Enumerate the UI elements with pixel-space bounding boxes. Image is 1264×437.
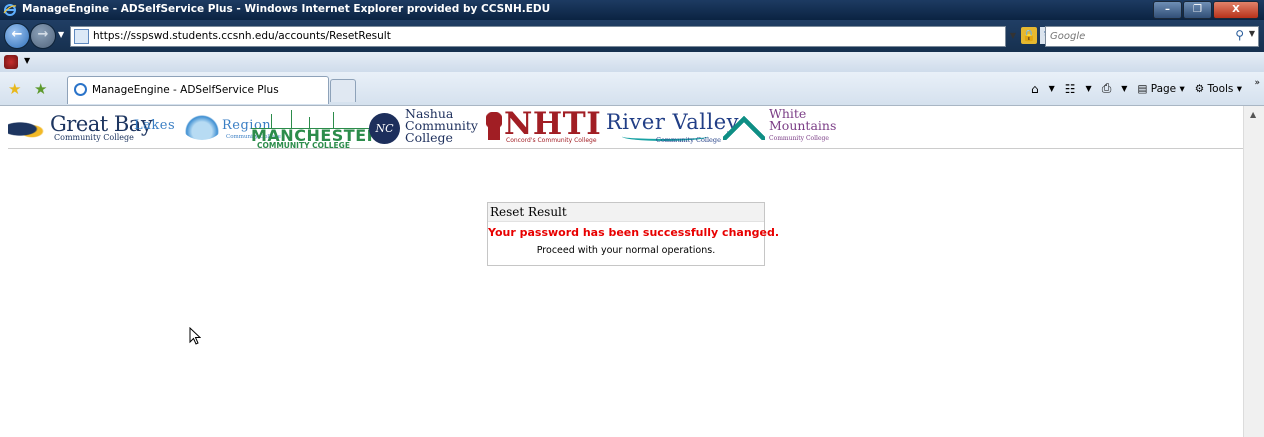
command-bar: ⌂ ▼ ☷ ▼ ⎙ ▼ ▤ Page ▾ ⚙ Tools ▾ (1031, 81, 1242, 96)
address-dropdown-icon[interactable]: ▼ (1008, 27, 1018, 44)
search-box[interactable]: ⚲ ▼ (1045, 26, 1259, 47)
close-button[interactable]: X (1213, 1, 1259, 19)
tools-menu-label: Tools (1207, 82, 1234, 95)
page-icon (74, 29, 89, 44)
favorites-star-icon[interactable]: ★ (8, 80, 21, 98)
nashua-seal-icon: NC (369, 113, 400, 144)
mountains-icon (723, 114, 765, 140)
vertical-scrollbar[interactable]: ▲ (1243, 106, 1264, 437)
add-favorites-icon[interactable]: ★ (34, 80, 47, 98)
nhti-logo[interactable]: NHTI Concord's Community College (486, 106, 608, 146)
nashua-name: Nashua Community College (405, 107, 478, 145)
page-content: Great Bay Community College Lakes Region… (0, 106, 1243, 437)
river-valley-logo[interactable]: River Valley Community College (606, 108, 739, 146)
address-bar[interactable]: https://sspswd.students.ccsnh.edu/accoun… (70, 26, 1006, 47)
reset-result-header: Reset Result (488, 203, 764, 222)
print-icon[interactable]: ⎙ (1102, 81, 1112, 96)
white-mountains-line2: Mountains (769, 118, 837, 133)
window-title: ManageEngine - ADSelfService Plus - Wind… (22, 3, 551, 15)
scroll-up-icon[interactable]: ▲ (1250, 110, 1256, 119)
lakes-region-logo[interactable]: Lakes Region Community College (134, 108, 281, 146)
river-valley-sub: Community College (656, 136, 721, 144)
manchester-logo[interactable]: MANCHESTER COMMUNITY COLLEGE (251, 108, 379, 150)
lock-icon[interactable]: 🔒 (1021, 27, 1037, 44)
home-icon[interactable]: ⌂ (1031, 82, 1039, 96)
feeds-dropdown-icon[interactable]: ▼ (1086, 84, 1092, 93)
window-title-bar: ManageEngine - ADSelfService Plus - Wind… (0, 0, 1264, 20)
tab-label: ManageEngine - ADSelfService Plus (92, 84, 279, 96)
river-valley-name: River Valley (606, 110, 740, 134)
nhti-building-icon (486, 112, 502, 140)
great-bay-bird-icon (8, 118, 48, 140)
search-input[interactable] (1050, 29, 1220, 43)
forward-button[interactable]: → (30, 23, 56, 49)
nashua-logo[interactable]: NC Nashua Community College (369, 107, 489, 146)
feeds-icon[interactable]: ☷ (1065, 82, 1076, 96)
college-banner: Great Bay Community College Lakes Region… (8, 106, 1243, 150)
page-menu-label: Page (1150, 82, 1177, 95)
manchester-sub: COMMUNITY COLLEGE (257, 141, 350, 150)
tools-menu[interactable]: ⚙ Tools ▾ (1195, 83, 1242, 95)
great-bay-sub: Community College (54, 133, 134, 142)
history-dropdown-icon[interactable]: ▼ (58, 30, 64, 39)
home-dropdown-icon[interactable]: ▼ (1049, 84, 1055, 93)
search-dropdown-icon[interactable]: ▼ (1249, 29, 1255, 38)
addon-dropdown-icon[interactable]: ▼ (24, 56, 30, 65)
addon-icon[interactable] (4, 55, 18, 69)
new-tab-button[interactable] (330, 79, 356, 102)
nashua-line3: College (405, 130, 453, 145)
lakes-region-name-a: Lakes (134, 118, 176, 133)
white-mountains-name: White Mountains (769, 107, 837, 133)
window-controls: – ❐ X (1152, 1, 1259, 19)
lakes-wave-icon (182, 112, 222, 140)
toolbar-row: ▼ (0, 52, 1264, 72)
success-message: Your password has been successfully chan… (488, 226, 780, 239)
white-mountains-sub: Community College (769, 135, 829, 142)
page-icon-small: ▤ (1137, 82, 1148, 95)
maximize-button[interactable]: ❐ (1183, 1, 1212, 19)
minimize-button[interactable]: – (1153, 1, 1182, 19)
reset-result-title: Reset Result (490, 205, 567, 219)
reset-result-panel: Reset Result Your password has been succ… (487, 202, 780, 266)
print-dropdown-icon[interactable]: ▼ (1121, 84, 1127, 93)
white-mountains-logo[interactable]: White Mountains Community College (723, 107, 843, 146)
nhti-sub: Concord's Community College (506, 137, 597, 144)
search-icon[interactable]: ⚲ (1235, 28, 1244, 42)
great-bay-logo[interactable]: Great Bay Community College (8, 108, 153, 146)
tab-bar: ★ ★ ManageEngine - ADSelfService Plus ⌂ … (0, 72, 1264, 106)
chevron-more-icon[interactable]: » (1254, 78, 1260, 88)
instruction-text: Proceed with your normal operations. (536, 245, 716, 256)
ie-logo-icon (3, 4, 17, 16)
navigation-bar: ← → ▼ https://sspswd.students.ccsnh.edu/… (0, 20, 1264, 52)
tab-manageengine[interactable]: ManageEngine - ADSelfService Plus (67, 76, 329, 104)
gear-icon: ⚙ (1194, 82, 1205, 95)
address-url[interactable]: https://sspswd.students.ccsnh.edu/accoun… (93, 30, 391, 42)
page-menu[interactable]: ▤ Page ▾ (1137, 83, 1184, 95)
ie-tab-icon (74, 83, 87, 96)
mouse-cursor-icon (189, 327, 201, 345)
back-button[interactable]: ← (4, 23, 30, 49)
